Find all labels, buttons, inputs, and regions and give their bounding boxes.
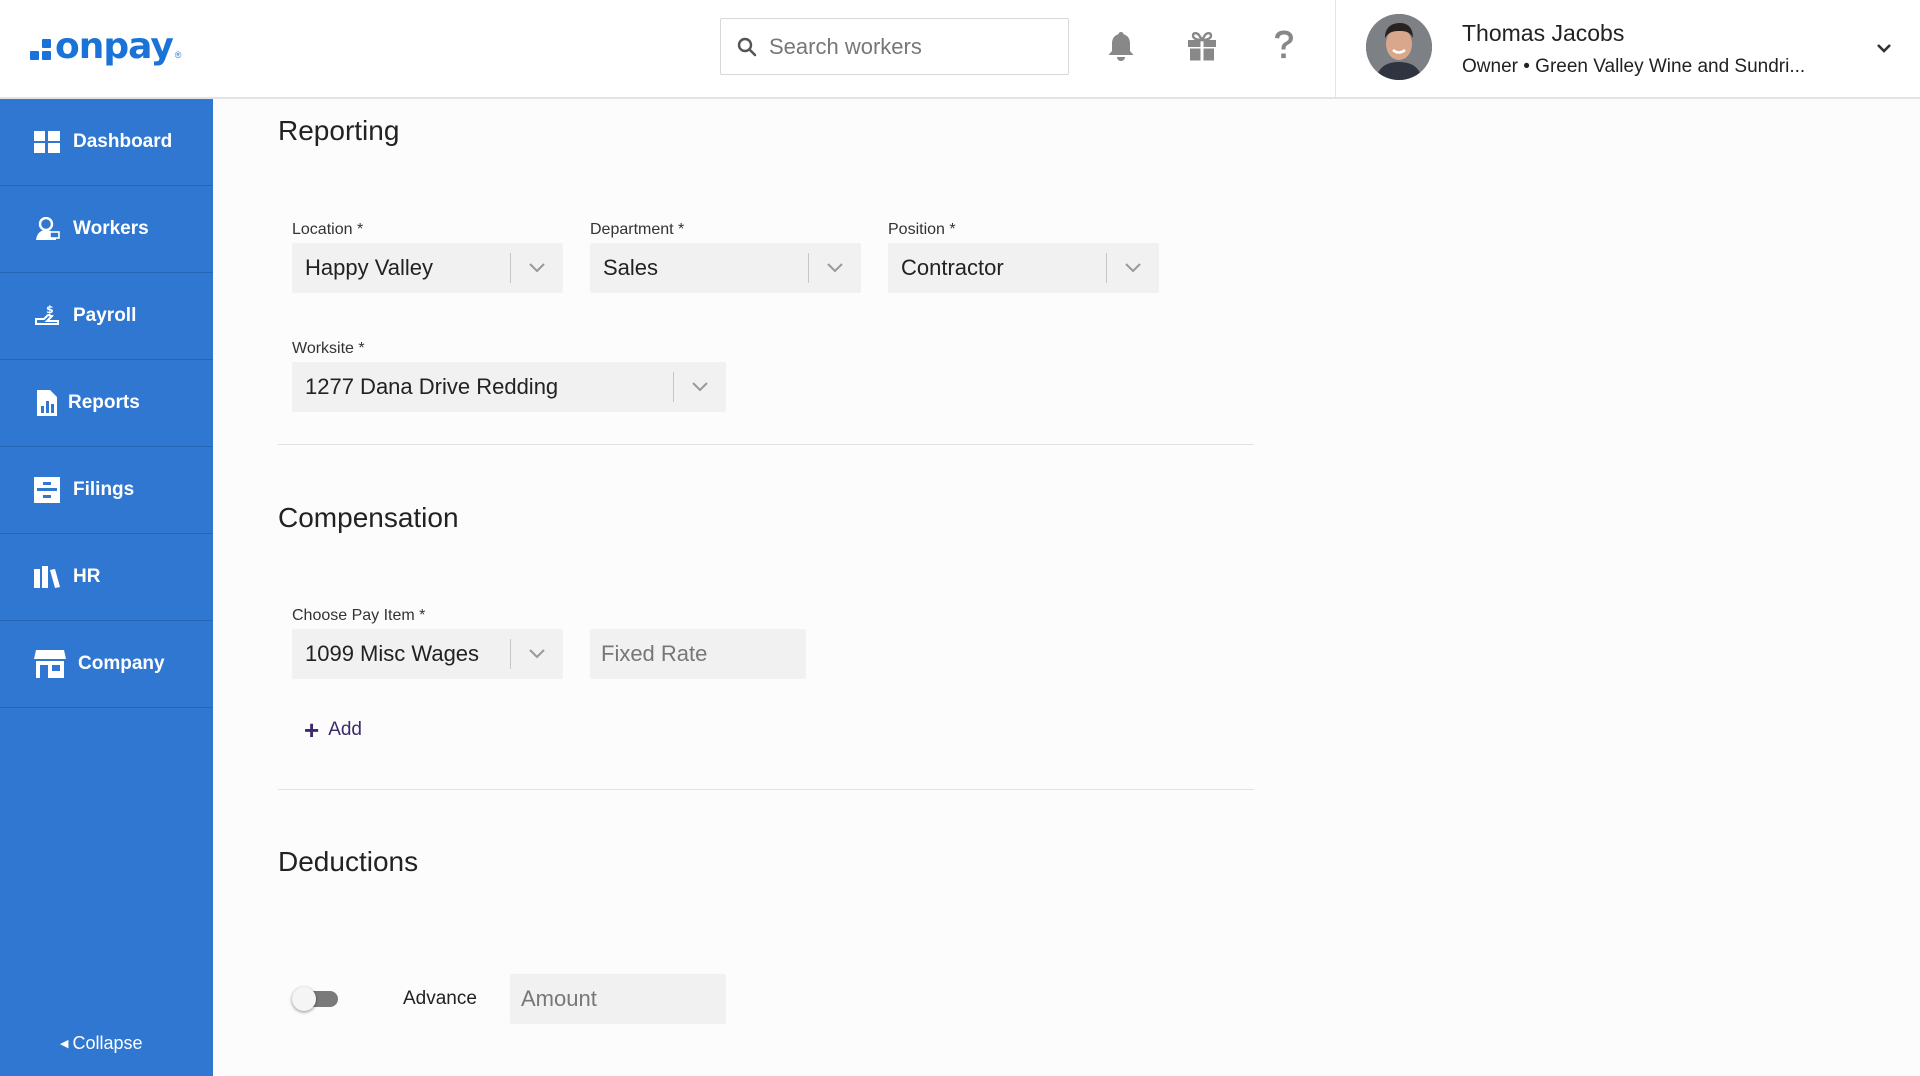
user-company[interactable]: Owner • Green Valley Wine and Sundri... (1462, 56, 1805, 78)
chevron-down-icon[interactable] (1870, 34, 1898, 62)
onpay-logo[interactable]: onpay ® (30, 25, 182, 67)
notifications-button[interactable] (1101, 26, 1141, 66)
avatar[interactable] (1366, 14, 1432, 80)
logo-registered-mark: ® (174, 50, 182, 60)
caret-left-icon: ◀ (60, 1038, 69, 1050)
sidebar: Dashboard Workers $ Payroll Reports Fili… (0, 99, 213, 1076)
worksite-label: Worksite * (292, 340, 365, 357)
worksite-select[interactable]: 1277 Dana Drive Redding (292, 362, 726, 412)
sidebar-item-company[interactable]: Company (0, 621, 213, 708)
pay-item-value: 1099 Misc Wages (305, 641, 480, 666)
pay-item-select[interactable]: 1099 Misc Wages (292, 629, 563, 679)
collapse-button[interactable]: ◀ Collapse (60, 1033, 143, 1054)
department-label: Department * (590, 221, 685, 238)
section-divider (278, 444, 1254, 445)
deductions-title: Deductions (278, 846, 419, 877)
plus-icon: + (304, 715, 320, 745)
logo-mark (30, 39, 51, 60)
header-divider (1335, 0, 1336, 99)
sidebar-item-label: Dashboard (73, 131, 173, 152)
toggle-knob (292, 987, 316, 1011)
avatar-photo (1366, 14, 1432, 80)
payroll-icon: $ (34, 303, 60, 329)
sidebar-item-label: Workers (73, 218, 149, 239)
worksite-value: 1277 Dana Drive Redding (305, 374, 559, 399)
sidebar-item-label: Company (78, 653, 165, 674)
svg-text:$: $ (46, 303, 54, 316)
sidebar-item-reports[interactable]: Reports (0, 360, 213, 447)
position-label: Position * (888, 221, 956, 238)
workers-icon (34, 216, 60, 242)
add-label: Add (328, 719, 362, 740)
search-icon (737, 37, 757, 56)
chevron-down-icon[interactable] (809, 243, 861, 293)
chevron-down-icon[interactable] (674, 362, 726, 412)
dashboard-icon (34, 129, 60, 155)
advance-toggle[interactable] (292, 987, 338, 1011)
location-label: Location * (292, 221, 364, 238)
search-input[interactable] (769, 33, 1049, 60)
help-icon (1275, 30, 1293, 59)
sidebar-item-filings[interactable]: Filings (0, 447, 213, 534)
user-name[interactable]: Thomas Jacobs (1462, 20, 1624, 47)
gift-icon (1188, 31, 1216, 61)
help-button[interactable] (1264, 26, 1304, 66)
sidebar-item-workers[interactable]: Workers (0, 186, 213, 273)
sidebar-item-label: Reports (68, 392, 140, 413)
position-select[interactable]: Contractor (888, 243, 1159, 293)
chevron-down-icon[interactable] (511, 243, 563, 293)
amount-input[interactable] (510, 974, 726, 1024)
chevron-down-icon[interactable] (511, 629, 563, 679)
compensation-title: Compensation (278, 502, 459, 533)
hr-icon (34, 564, 60, 590)
reports-icon (34, 390, 60, 416)
department-select[interactable]: Sales (590, 243, 861, 293)
location-value: Happy Valley (305, 255, 433, 280)
collapse-label: Collapse (72, 1033, 143, 1053)
top-bar: onpay ® Search workers Thomas Jacobs Own… (0, 0, 1920, 99)
fixed-rate-input[interactable] (590, 629, 806, 679)
search-box[interactable] (720, 18, 1069, 75)
sidebar-item-payroll[interactable]: $ Payroll (0, 273, 213, 360)
sidebar-item-label: HR (73, 566, 101, 587)
pay-item-label: Choose Pay Item * (292, 607, 426, 624)
location-select[interactable]: Happy Valley (292, 243, 563, 293)
bell-icon (1108, 32, 1134, 61)
position-value: Contractor (901, 255, 1004, 280)
chevron-down-icon[interactable] (1107, 243, 1159, 293)
section-divider (278, 789, 1254, 790)
gift-button[interactable] (1182, 26, 1222, 66)
company-icon (34, 650, 66, 678)
sidebar-item-label: Payroll (73, 305, 137, 326)
add-pay-item-button[interactable]: + Add (304, 715, 362, 745)
reporting-title: Reporting (278, 115, 400, 146)
sidebar-item-hr[interactable]: HR (0, 534, 213, 621)
sidebar-item-label: Filings (73, 479, 135, 500)
department-value: Sales (603, 255, 659, 280)
sidebar-item-dashboard[interactable]: Dashboard (0, 99, 213, 186)
logo-text: onpay (55, 25, 174, 67)
advance-label: Advance (403, 988, 477, 1009)
filings-icon (34, 477, 60, 503)
